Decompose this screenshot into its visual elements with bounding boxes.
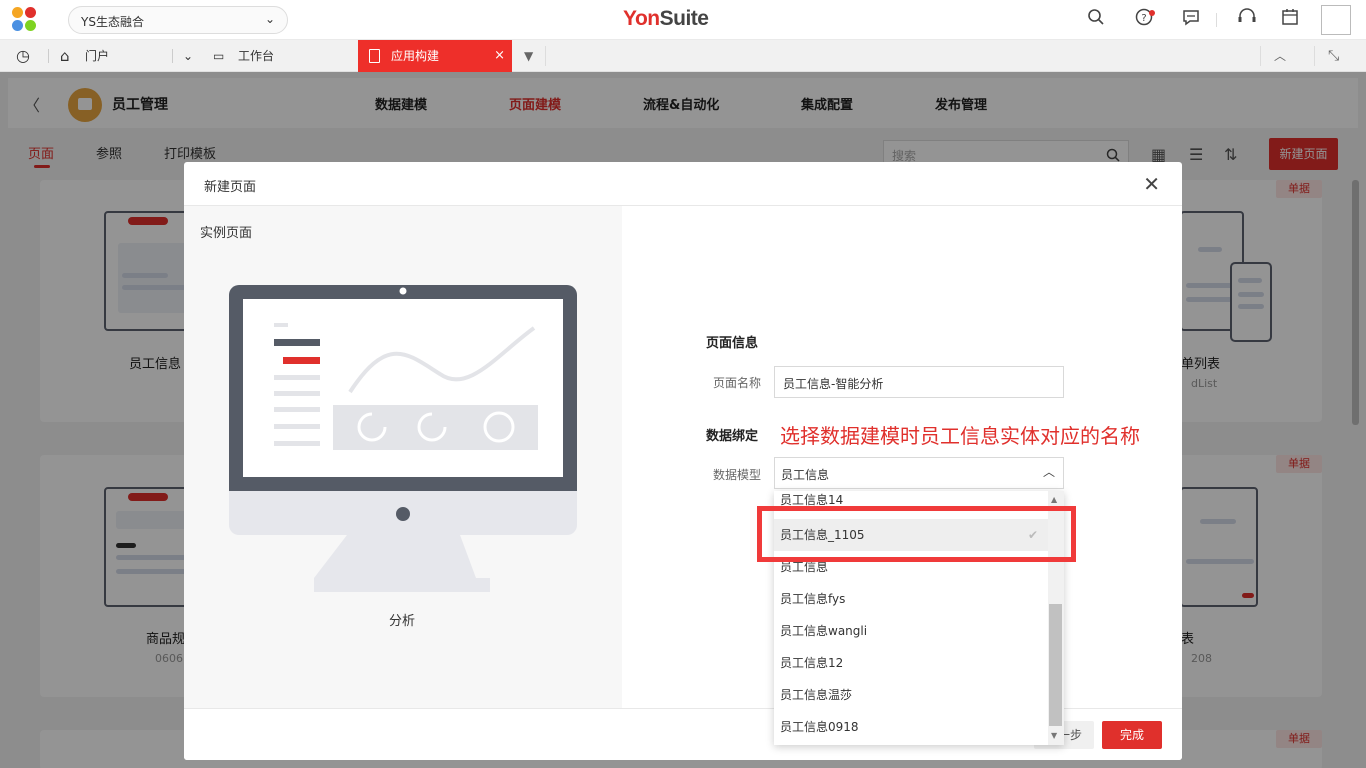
top-bar: YS生态融合 ⌄ YonSuite ? (0, 0, 1366, 40)
page-name-label: 页面名称 (713, 376, 762, 390)
help-icon[interactable]: ? (1132, 8, 1156, 32)
dropdown-option[interactable]: 员工信息fys (774, 583, 1048, 615)
data-model-select[interactable]: 员工信息 ︿ (774, 457, 1064, 489)
tab-portal[interactable]: 门户 (85, 40, 109, 72)
tenant-name: YS生态融合 (81, 15, 144, 29)
highlight-annotation-box (757, 506, 1076, 562)
data-model-value: 员工信息 (781, 468, 830, 482)
sample-page-title: 实例页面 (200, 226, 253, 241)
fullscreen-icon[interactable]: ⤡ (1328, 40, 1339, 72)
monitor-icon: ▭ (213, 49, 225, 63)
dialog-header: 新建页面 ✕ (184, 162, 1182, 206)
chevron-up-icon: ︿ (1042, 465, 1055, 479)
chevron-down-icon[interactable]: ⌄ (183, 40, 193, 72)
tab-bar: ◷ ⌂ 门户 ⌄ ▭ 工作台 应用构建 × ▼ ︿ ⤡ (0, 40, 1366, 72)
tab-app-build[interactable]: 应用构建 × (358, 40, 512, 72)
dialog-title: 新建页面 (204, 180, 257, 195)
app-launcher-icon[interactable] (12, 7, 38, 33)
dropdown-scroll-thumb[interactable] (1049, 604, 1062, 726)
data-binding-section: 数据绑定 (706, 429, 759, 444)
scroll-up-icon[interactable]: ▲ (1051, 495, 1057, 504)
brand-logo: YonSuite (623, 7, 709, 30)
tab-dropdown-icon[interactable]: ▼ (524, 40, 533, 72)
message-icon[interactable] (1179, 8, 1203, 32)
dropdown-option[interactable]: 员工信息12 (774, 647, 1048, 679)
dropdown-option[interactable]: 员工信息温莎 (774, 679, 1048, 711)
scroll-down-icon[interactable]: ▼ (1051, 731, 1057, 740)
monitor-illustration (229, 285, 577, 592)
history-icon[interactable]: ◷ (16, 40, 30, 72)
page-scrollbar[interactable] (1352, 180, 1359, 425)
svg-text:?: ? (1141, 13, 1146, 24)
dropdown-option[interactable]: 员工信息wangli (774, 615, 1048, 647)
calendar-icon[interactable] (1278, 8, 1302, 32)
sample-page-caption: 分析 (389, 614, 416, 629)
home-icon[interactable]: ⌂ (60, 40, 70, 72)
sample-page-pane: 实例页面 分析 (184, 206, 622, 708)
avatar[interactable] (1321, 5, 1351, 35)
chevron-up-icon[interactable]: ︿ (1274, 40, 1286, 72)
tenant-selector[interactable]: YS生态融合 ⌄ (68, 6, 288, 34)
close-icon[interactable]: × (494, 40, 505, 72)
search-icon[interactable] (1084, 8, 1108, 32)
close-icon[interactable]: ✕ (1143, 172, 1160, 196)
dropdown-option[interactable]: 员工信息0918 (774, 711, 1048, 743)
tab-app-build-label: 应用构建 (391, 49, 440, 63)
page-name-input[interactable]: 员工信息-智能分析 (774, 366, 1064, 398)
data-model-label: 数据模型 (713, 468, 762, 482)
tab-workbench[interactable]: 工作台 (238, 40, 274, 72)
support-icon[interactable] (1235, 8, 1259, 32)
page-info-section: 页面信息 (706, 336, 759, 351)
annotation-text: 选择数据建模时员工信息实体对应的名称 (780, 424, 1140, 448)
chevron-down-icon: ⌄ (264, 12, 275, 26)
done-button[interactable]: 完成 (1102, 721, 1162, 749)
document-icon (369, 49, 380, 63)
